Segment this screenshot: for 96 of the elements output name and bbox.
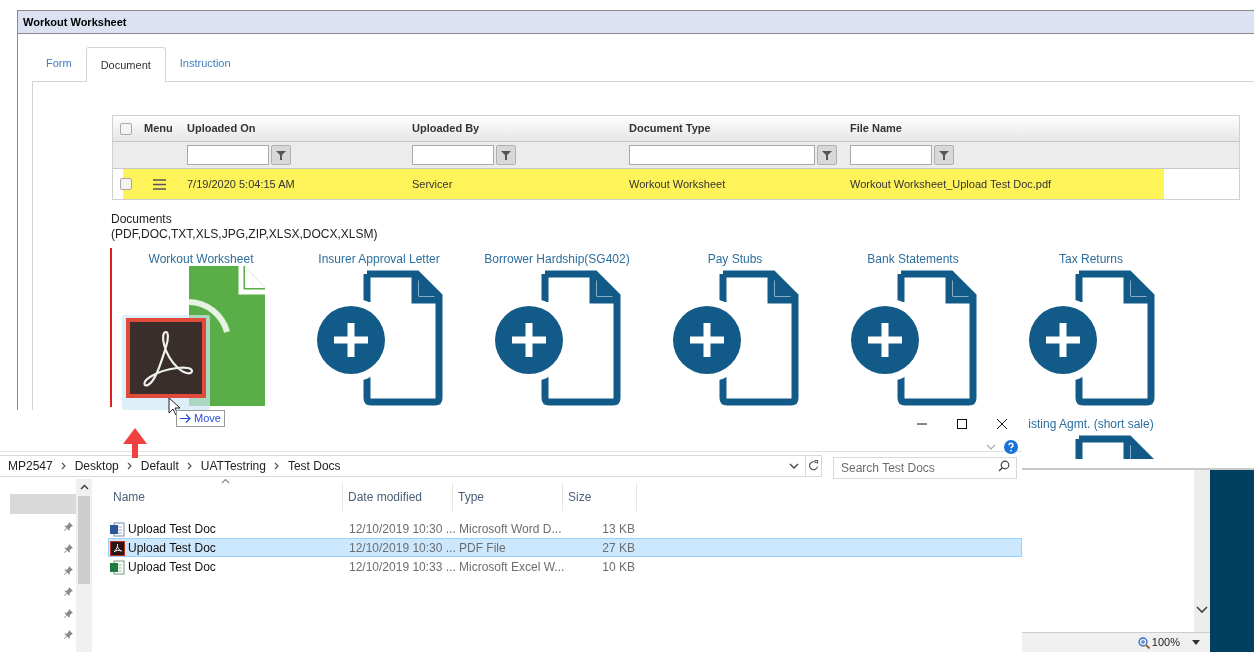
zoom-icon[interactable] [1137, 636, 1150, 649]
document-tile-label[interactable]: Insurer Approval Letter [318, 250, 440, 265]
breadcrumb-item[interactable]: Test Docs [287, 456, 341, 475]
filter-button[interactable] [271, 145, 291, 165]
scrollbar[interactable] [76, 479, 92, 652]
document-tile-label[interactable]: Borrower Hardship(SG402) [484, 250, 630, 265]
refresh-icon [808, 460, 819, 472]
address-bar[interactable]: MP2547 Desktop Default UATTestring Test Docs [0, 454, 806, 477]
chevron-down-icon[interactable] [1196, 606, 1208, 614]
filter-icon [939, 150, 949, 160]
breadcrumb-item[interactable]: Desktop [74, 456, 119, 475]
breadcrumb-item[interactable]: MP2547 [8, 456, 53, 475]
file-date: 12/10/2019 10:33 ... [348, 559, 454, 577]
pin-icon[interactable] [64, 630, 73, 640]
file-size: 10 KB [601, 559, 636, 577]
filter-icon [276, 150, 286, 160]
column-header[interactable]: Type [453, 483, 563, 512]
document-tile-label[interactable]: Workout Worksheet [148, 250, 254, 265]
file-type: Microsoft Word D... [458, 521, 563, 539]
menu-icon[interactable] [153, 178, 166, 190]
filter-button[interactable] [817, 145, 837, 165]
file-name: Upload Test Doc [128, 521, 216, 539]
file-type: Microsoft Excel W... [458, 559, 564, 577]
file-row[interactable]: Upload Test Doc 12/10/2019 10:30 ... PDF File 27 KB [108, 538, 1022, 558]
file-row[interactable]: Upload Test Doc 12/10/2019 10:33 ... Microsoft Excel W... 10 KB [108, 557, 1022, 577]
table-cell: 7/19/2020 5:04:15 AM [182, 169, 407, 199]
tab[interactable]: Document [85, 47, 166, 82]
file-date: 12/10/2019 10:30 ... [348, 521, 454, 539]
refresh-button[interactable] [806, 454, 822, 477]
scrollbar-thumb[interactable] [78, 496, 90, 585]
formats-label: (PDF,DOC,TXT,XLS,JPG,ZIP,XLSX,DOCX,XLSM) [111, 227, 379, 242]
maximize-icon [956, 418, 968, 430]
checkbox[interactable] [120, 178, 132, 190]
pdf-file-icon [110, 540, 125, 556]
filter-icon [822, 150, 832, 160]
dropdown-caret-icon[interactable] [1192, 640, 1200, 645]
table-cell: Workout Worksheet_Upload Test Doc.pdf [845, 169, 1164, 199]
arrow-icon [180, 414, 191, 423]
document-tile-label[interactable]: isting Agmt. (short sale) [1028, 415, 1154, 430]
document-file-icon [110, 521, 125, 537]
filter-icon [501, 150, 511, 160]
zoom-level[interactable]: 100% [1151, 634, 1180, 651]
pin-icon[interactable] [64, 544, 73, 554]
filter-field[interactable] [187, 145, 269, 165]
tab[interactable]: Instruction [165, 46, 245, 81]
pin-icon[interactable] [64, 608, 73, 618]
search-icon [998, 459, 1010, 472]
scrollbar[interactable] [1194, 470, 1210, 632]
filter-field[interactable] [412, 145, 494, 165]
pin-icon[interactable] [64, 522, 73, 532]
pin-icon[interactable] [64, 565, 73, 575]
chevron-down-icon[interactable] [789, 462, 799, 469]
chevron-up-icon[interactable] [79, 484, 89, 491]
documents-label: Documents [111, 212, 173, 227]
file-name: Upload Test Doc [128, 559, 216, 577]
sort-caret-icon[interactable] [221, 478, 230, 485]
column-header: Uploaded On [186, 121, 257, 137]
document-tile-label[interactable]: Pay Stubs [707, 250, 763, 265]
chevron-right-icon [186, 461, 193, 470]
search-field[interactable]: Search Test Docs [833, 456, 1017, 479]
column-header: Uploaded By [411, 121, 481, 137]
column-header[interactable]: Size [563, 483, 637, 512]
close-icon [996, 418, 1008, 430]
chevron-right-icon [273, 461, 280, 470]
file-name: Upload Test Doc [128, 540, 216, 558]
table-cell: Workout Worksheet [624, 169, 845, 199]
file-type: PDF File [458, 540, 507, 558]
selected-row[interactable]: 7/19/2020 5:04:15 AM Servicer Workout Worksheet Workout Worksheet_Upload Test Doc.pdf [113, 169, 1239, 199]
column-header: Menu [143, 121, 174, 137]
breadcrumb-item[interactable]: Default [140, 456, 179, 475]
tooltip-text: Move [194, 411, 221, 427]
file-row[interactable]: Upload Test Doc 12/10/2019 10:30 ... Microsoft Word D... 13 KB [108, 519, 1022, 539]
filter-button[interactable] [934, 145, 954, 165]
checkbox[interactable] [120, 122, 132, 135]
column-header[interactable]: Name [108, 483, 343, 512]
file-size: 13 KB [601, 521, 636, 539]
table-cell: Servicer [407, 169, 624, 199]
tab[interactable]: Form [32, 46, 86, 81]
file-date: 12/10/2019 10:30 ... [348, 540, 454, 558]
filter-field[interactable] [629, 145, 815, 165]
column-header: Document Type [628, 121, 712, 137]
document-tile-label[interactable]: Tax Returns [1059, 250, 1123, 265]
chevron-right-icon [60, 461, 67, 470]
help-icon[interactable] [1004, 440, 1018, 454]
pin-icon[interactable] [64, 587, 73, 597]
spreadsheet-file-icon [110, 559, 125, 575]
filter-button[interactable] [496, 145, 516, 165]
chevron-right-icon [126, 461, 133, 470]
pdf-icon [126, 318, 206, 398]
column-header: File Name [849, 121, 903, 137]
window-title: Workout Worksheet [18, 11, 1254, 34]
filter-field[interactable] [850, 145, 932, 165]
column-header[interactable]: Date modified [343, 483, 453, 512]
document-tile-label[interactable]: Bank Statements [867, 250, 959, 265]
breadcrumb-item[interactable]: UATTestring [200, 456, 266, 475]
file-size: 27 KB [601, 540, 636, 558]
